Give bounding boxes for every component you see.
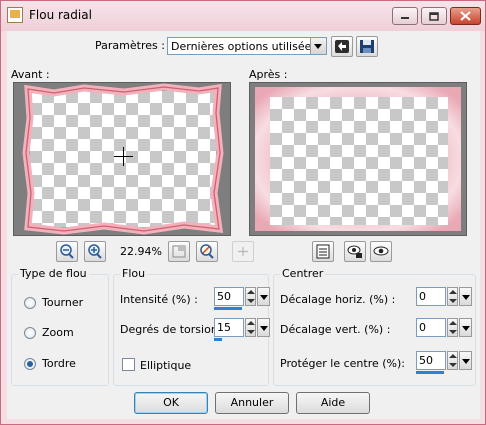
twist-value: 15 (217, 321, 231, 334)
radio-tourner-label[interactable]: Tourner (42, 296, 83, 309)
help-button[interactable]: Aide (296, 392, 370, 414)
preview-window-icon (316, 244, 330, 259)
auto-proof-button[interactable] (370, 241, 392, 262)
blur-type-title: Type de flou (18, 267, 89, 280)
move-arrows-icon (238, 247, 248, 256)
zoom-out-button[interactable] (56, 241, 78, 262)
protect-center-bar (416, 371, 444, 374)
save-preset-button[interactable] (356, 36, 378, 57)
h-offset-slider-button[interactable] (459, 287, 472, 306)
maximize-button[interactable] (421, 7, 447, 25)
twist-label: Degrés de torsion : (120, 323, 225, 336)
protect-center-value: 50 (419, 354, 433, 367)
center-crosshair-v (123, 147, 124, 166)
window-title: Flou radial (29, 8, 92, 22)
v-offset-label: Décalage vert. (%) : (280, 323, 391, 336)
fit-window-icon (172, 245, 186, 258)
protect-center-slider-button[interactable] (459, 351, 472, 370)
before-label: Avant : (11, 68, 50, 81)
ok-button[interactable]: OK (134, 392, 208, 414)
blur-title: Flou (120, 267, 148, 280)
protect-center-spinner[interactable] (447, 351, 458, 370)
intensity-input[interactable]: 50 (214, 287, 244, 306)
maximize-icon (429, 11, 439, 21)
close-icon (460, 11, 471, 21)
reset-arrow-icon (335, 40, 349, 53)
protect-center-input[interactable]: 50 (416, 351, 446, 370)
close-button[interactable] (450, 7, 481, 25)
presets-value: Dernières options utilisées (171, 40, 318, 53)
blur-group: Flou Intensité (%) : 50 Degrés de torsio… (113, 267, 270, 386)
zoom-in-button[interactable] (84, 241, 106, 262)
before-preview[interactable] (13, 82, 231, 236)
minimize-button[interactable] (392, 7, 418, 25)
twist-spinner[interactable] (245, 318, 256, 337)
zoom-level: 22.94% (120, 245, 162, 258)
h-offset-value: 0 (419, 290, 426, 303)
radio-zoom[interactable] (24, 327, 36, 339)
zoom-reset-icon (200, 244, 214, 259)
radio-tourner[interactable] (24, 297, 36, 309)
protect-center-label: Protéger le centre (%): (280, 357, 406, 370)
intensity-label: Intensité (%) : (120, 293, 198, 306)
h-offset-label: Décalage horiz. (%) : (280, 293, 396, 306)
elliptic-label[interactable]: Elliptique (140, 359, 191, 372)
cancel-button[interactable]: Annuler (215, 392, 289, 414)
intensity-value: 50 (217, 290, 231, 303)
elliptic-checkbox[interactable] (122, 358, 135, 371)
h-offset-input[interactable]: 0 (416, 287, 446, 306)
center-title: Centrer (280, 267, 326, 280)
reset-button[interactable] (331, 36, 353, 57)
proof-toggle-button[interactable] (312, 241, 334, 262)
v-offset-slider-button[interactable] (459, 318, 472, 337)
after-preview (249, 82, 467, 236)
v-offset-value: 0 (419, 321, 426, 334)
center-group: Centrer Décalage horiz. (%) : 0 Décalage… (273, 267, 476, 386)
app-icon (7, 7, 23, 23)
v-offset-input[interactable]: 0 (416, 318, 446, 337)
twist-slider-button[interactable] (257, 318, 270, 337)
intensity-spinner[interactable] (245, 287, 256, 306)
radio-zoom-label[interactable]: Zoom (42, 326, 74, 339)
intensity-bar (214, 307, 242, 310)
v-offset-spinner[interactable] (447, 318, 458, 337)
auto-proof-lock-button[interactable] (344, 241, 366, 262)
zoom-in-icon (88, 244, 102, 259)
twist-bar (214, 338, 222, 341)
zoom-fit-button[interactable] (168, 241, 190, 262)
zoom-actual-button[interactable] (196, 241, 218, 262)
floppy-disk-icon (360, 40, 374, 53)
dialog-body: Paramètres : Dernières options utilisées… (7, 31, 480, 419)
title-bar[interactable]: Flou radial (1, 1, 485, 31)
after-image (270, 97, 448, 225)
radio-tordre[interactable] (24, 358, 36, 370)
intensity-slider-button[interactable] (257, 287, 270, 306)
eye-icon (373, 246, 389, 256)
blur-type-group: Type de flou Tourner Zoom Tordre (11, 267, 109, 386)
pan-button[interactable] (232, 241, 254, 262)
radio-tordre-label[interactable]: Tordre (42, 357, 76, 370)
zoom-out-icon (60, 244, 74, 259)
minimize-icon (401, 17, 409, 19)
after-label: Après : (249, 68, 288, 81)
h-offset-spinner[interactable] (447, 287, 458, 306)
chevron-down-icon[interactable] (310, 38, 326, 54)
presets-label: Paramètres : (95, 39, 165, 52)
presets-dropdown[interactable]: Dernières options utilisées (167, 37, 327, 55)
twist-input[interactable]: 15 (214, 318, 244, 337)
dialog-window: Flou radial Paramètres : Dernières optio… (0, 0, 486, 425)
eye-lock-icon (347, 245, 362, 258)
